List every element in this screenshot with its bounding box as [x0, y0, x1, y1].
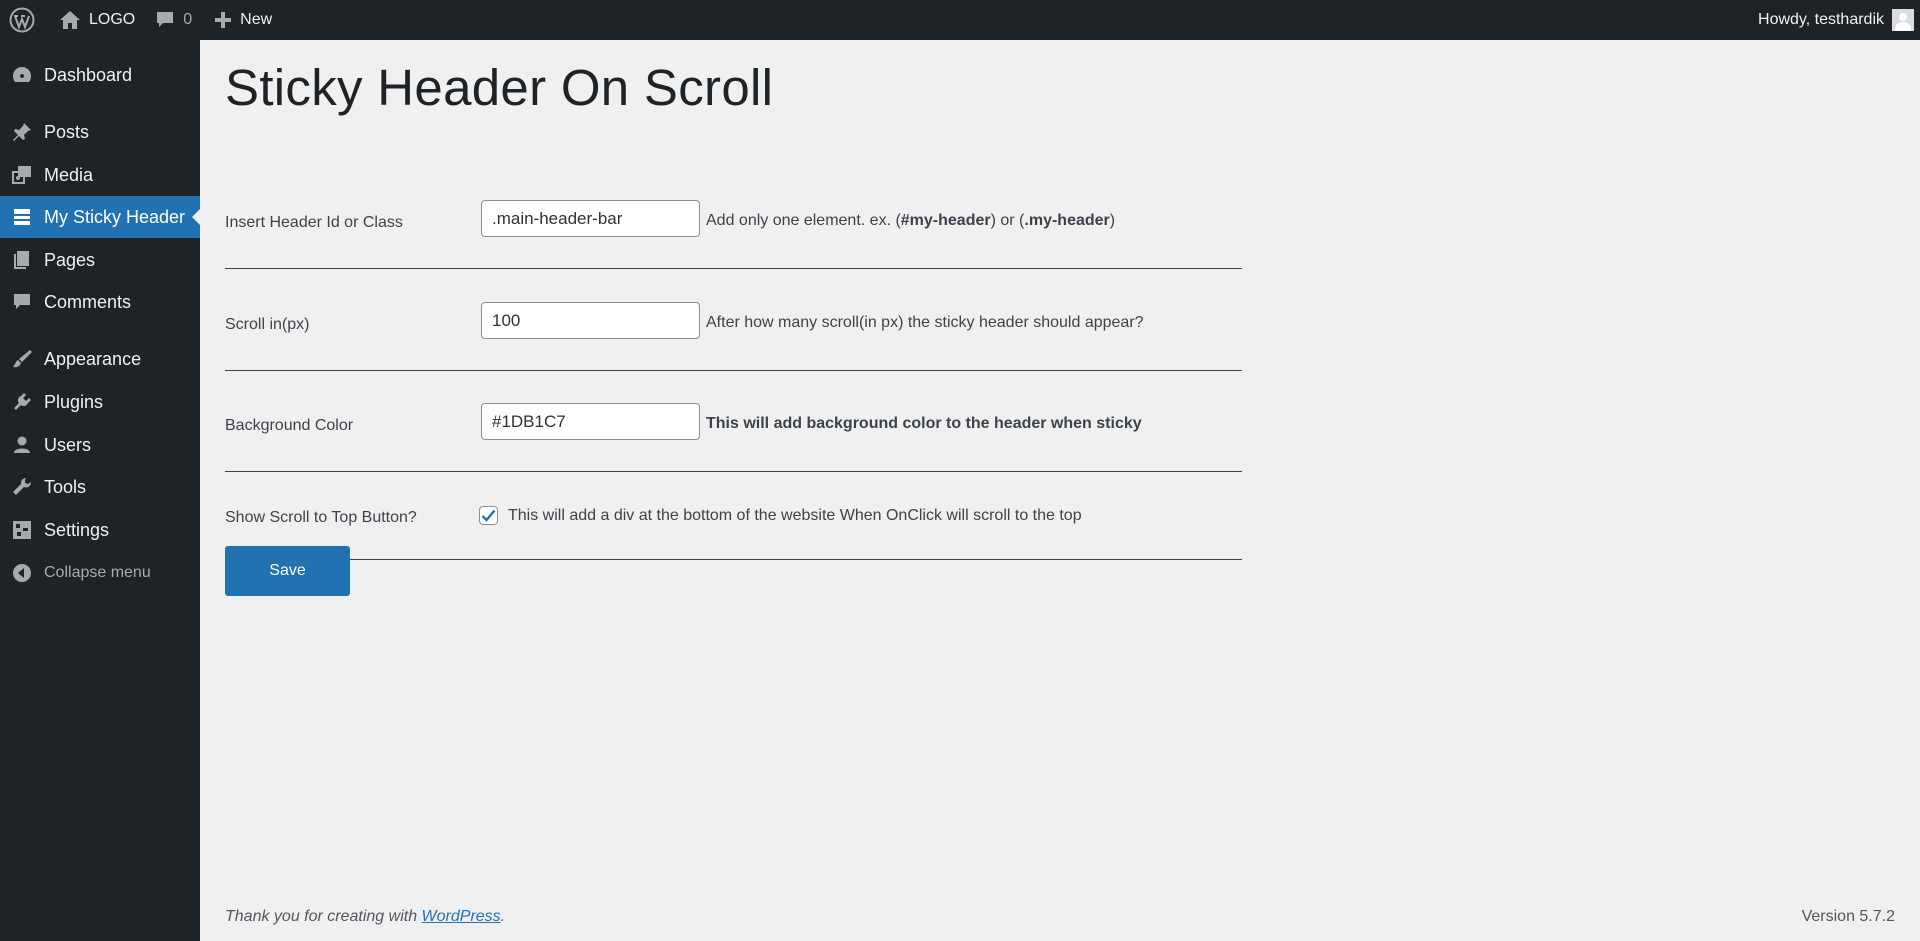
desc-example-id: #my-header — [900, 212, 991, 229]
save-button[interactable]: Save — [225, 546, 350, 596]
scroll-top-checkbox[interactable] — [479, 506, 498, 525]
bg-color-input[interactable] — [481, 403, 700, 440]
my-account[interactable]: Howdy, testhardik — [1758, 9, 1920, 31]
sidebar-item-label: Plugins — [44, 391, 104, 412]
avatar — [1892, 9, 1914, 31]
admin-sidebar: Dashboard Posts Media My Sticky Header P… — [0, 40, 200, 941]
plugin-icon — [0, 391, 44, 413]
home-icon — [59, 10, 81, 30]
sidebar-item-comments[interactable]: Comments — [0, 281, 200, 323]
comments-count: 0 — [183, 11, 193, 28]
pages-icon — [0, 249, 44, 271]
bg-color-label: Background Color — [225, 417, 354, 434]
comments-link[interactable]: 0 — [145, 0, 202, 40]
bg-color-row: Background Color This will add backgroun… — [225, 371, 1242, 472]
sidebar-item-media[interactable]: Media — [0, 154, 200, 196]
dashboard-icon — [0, 64, 44, 86]
sidebar-item-plugins[interactable]: Plugins — [0, 381, 200, 423]
scroll-input[interactable] — [481, 302, 700, 339]
wrench-icon — [0, 476, 44, 498]
list-icon — [0, 206, 44, 228]
sidebar-item-pages[interactable]: Pages — [0, 239, 200, 281]
scroll-top-label: Show Scroll to Top Button? — [225, 509, 417, 526]
collapse-menu-button[interactable]: Collapse menu — [0, 552, 200, 594]
sidebar-item-appearance[interactable]: Appearance — [0, 338, 200, 380]
footer-text: Thank you for creating with — [225, 908, 422, 925]
sidebar-item-label: Pages — [44, 249, 96, 270]
header-id-input[interactable] — [481, 200, 700, 237]
plus-icon — [214, 11, 232, 29]
bg-color-description: This will add background color to the he… — [706, 415, 1142, 432]
header-id-label: Insert Header Id or Class — [225, 214, 403, 231]
sidebar-item-label: My Sticky Header — [44, 206, 186, 227]
divider — [225, 268, 1242, 269]
sidebar-item-label: Posts — [44, 121, 90, 142]
divider — [225, 559, 1242, 560]
scroll-description: After how many scroll(in px) the sticky … — [706, 314, 1144, 331]
page-title: Sticky Header On Scroll — [225, 59, 774, 116]
sidebar-item-label: Media — [44, 164, 94, 185]
admin-bar: LOGO 0 New Howdy, testhardik — [0, 0, 1920, 40]
scroll-top-row: Show Scroll to Top Button? This will add… — [225, 472, 1242, 560]
comment-icon — [0, 291, 44, 313]
sidebar-item-tools[interactable]: Tools — [0, 466, 200, 508]
collapse-arrow-icon — [0, 562, 44, 584]
sidebar-item-label: Appearance — [44, 348, 142, 369]
comment-icon — [155, 10, 175, 30]
new-content-link[interactable]: New — [202, 0, 282, 40]
header-id-description: Add only one element. ex. (#my-header) o… — [706, 212, 1115, 230]
media-icon — [0, 164, 44, 186]
checkmark-icon — [481, 509, 496, 522]
footer-text: . — [500, 908, 506, 925]
sidebar-item-label: Comments — [44, 291, 132, 312]
wordpress-link[interactable]: WordPress — [422, 908, 501, 925]
footer-version: Version 5.7.2 — [1801, 908, 1895, 925]
wordpress-logo-icon[interactable] — [0, 0, 45, 40]
sidebar-item-settings[interactable]: Settings — [0, 509, 200, 551]
sidebar-item-posts[interactable]: Posts — [0, 111, 200, 153]
new-label: New — [240, 11, 273, 28]
desc-text: ) — [1109, 212, 1116, 229]
desc-text: ) or ( — [990, 212, 1025, 229]
brush-icon — [0, 348, 44, 370]
desc-text: Add only one element. ex. ( — [706, 212, 901, 229]
sidebar-item-users[interactable]: Users — [0, 424, 200, 466]
sidebar-item-label: Users — [44, 434, 92, 455]
header-id-row: Insert Header Id or Class Add only one e… — [225, 160, 1242, 270]
scroll-top-description: This will add a div at the bottom of the… — [508, 507, 1082, 524]
footer-thankyou: Thank you for creating with WordPress. — [225, 908, 505, 926]
pin-icon — [0, 121, 44, 143]
sidebar-item-label: Tools — [44, 476, 87, 497]
desc-example-class: .my-header — [1024, 212, 1110, 229]
howdy-text: Howdy, testhardik — [1758, 11, 1884, 28]
user-icon — [0, 434, 44, 456]
collapse-menu-label: Collapse menu — [44, 564, 151, 581]
site-name-link[interactable]: LOGO — [45, 0, 145, 40]
site-name: LOGO — [89, 11, 136, 28]
sidebar-item-my-sticky-header[interactable]: My Sticky Header — [0, 196, 200, 238]
sidebar-item-label: Dashboard — [44, 64, 133, 85]
sidebar-item-label: Settings — [44, 519, 110, 540]
scroll-row: Scroll in(px) After how many scroll(in p… — [225, 270, 1242, 371]
settings-icon — [0, 519, 44, 541]
scroll-label: Scroll in(px) — [225, 316, 310, 333]
sidebar-item-dashboard[interactable]: Dashboard — [0, 54, 200, 96]
